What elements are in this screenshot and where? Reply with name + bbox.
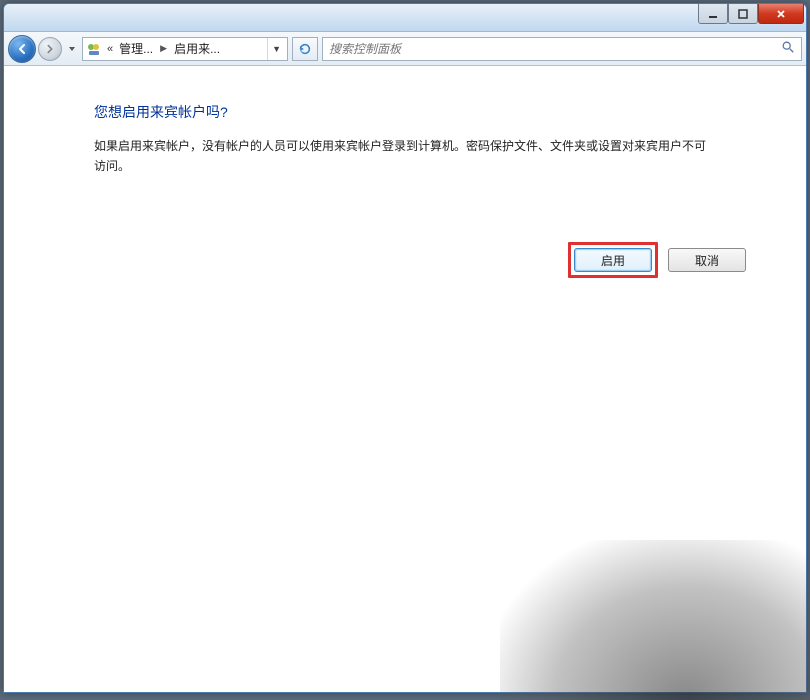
refresh-icon [298, 42, 312, 56]
address-dropdown[interactable]: ▼ [267, 38, 285, 60]
arrow-right-icon [44, 43, 56, 55]
close-button[interactable] [758, 4, 804, 24]
nav-forward-button[interactable] [38, 37, 62, 61]
action-buttons-row: 启用 取消 [568, 242, 746, 278]
window-frame: « 管理... ▶ 启用来... ▼ 您想启用来宾帐户吗? [3, 3, 807, 693]
minimize-icon [707, 8, 719, 20]
window-controls [698, 4, 804, 24]
search-input[interactable] [329, 42, 781, 56]
control-panel-icon [85, 40, 103, 58]
maximize-icon [737, 8, 749, 20]
breadcrumb-separator-icon: ▶ [157, 43, 170, 54]
navigation-bar: « 管理... ▶ 启用来... ▼ [4, 32, 806, 66]
arrow-left-icon [15, 42, 29, 56]
search-icon [781, 40, 795, 57]
content-area: 您想启用来宾帐户吗? 如果启用来宾帐户，没有帐户的人员可以使用来宾帐户登录到计算… [4, 66, 806, 692]
highlight-annotation: 启用 [568, 242, 658, 278]
page-title: 您想启用来宾帐户吗? [94, 102, 746, 122]
nav-back-button[interactable] [8, 35, 36, 63]
enable-button[interactable]: 启用 [574, 248, 652, 272]
search-bar[interactable] [322, 37, 802, 61]
cancel-button[interactable]: 取消 [668, 248, 746, 272]
breadcrumb-prefix: « [105, 43, 115, 55]
address-bar[interactable]: « 管理... ▶ 启用来... ▼ [82, 37, 288, 61]
maximize-button[interactable] [728, 4, 758, 24]
chevron-down-icon [68, 45, 76, 53]
breadcrumb-level-0[interactable]: 管理... [117, 40, 155, 57]
breadcrumb-level-1[interactable]: 启用来... [172, 40, 222, 57]
refresh-button[interactable] [292, 37, 318, 61]
minimize-button[interactable] [698, 4, 728, 24]
page-description: 如果启用来宾帐户，没有帐户的人员可以使用来宾帐户登录到计算机。密码保护文件、文件… [94, 136, 714, 177]
nav-history-dropdown[interactable] [66, 39, 78, 59]
titlebar [4, 4, 806, 32]
close-icon [775, 8, 787, 20]
